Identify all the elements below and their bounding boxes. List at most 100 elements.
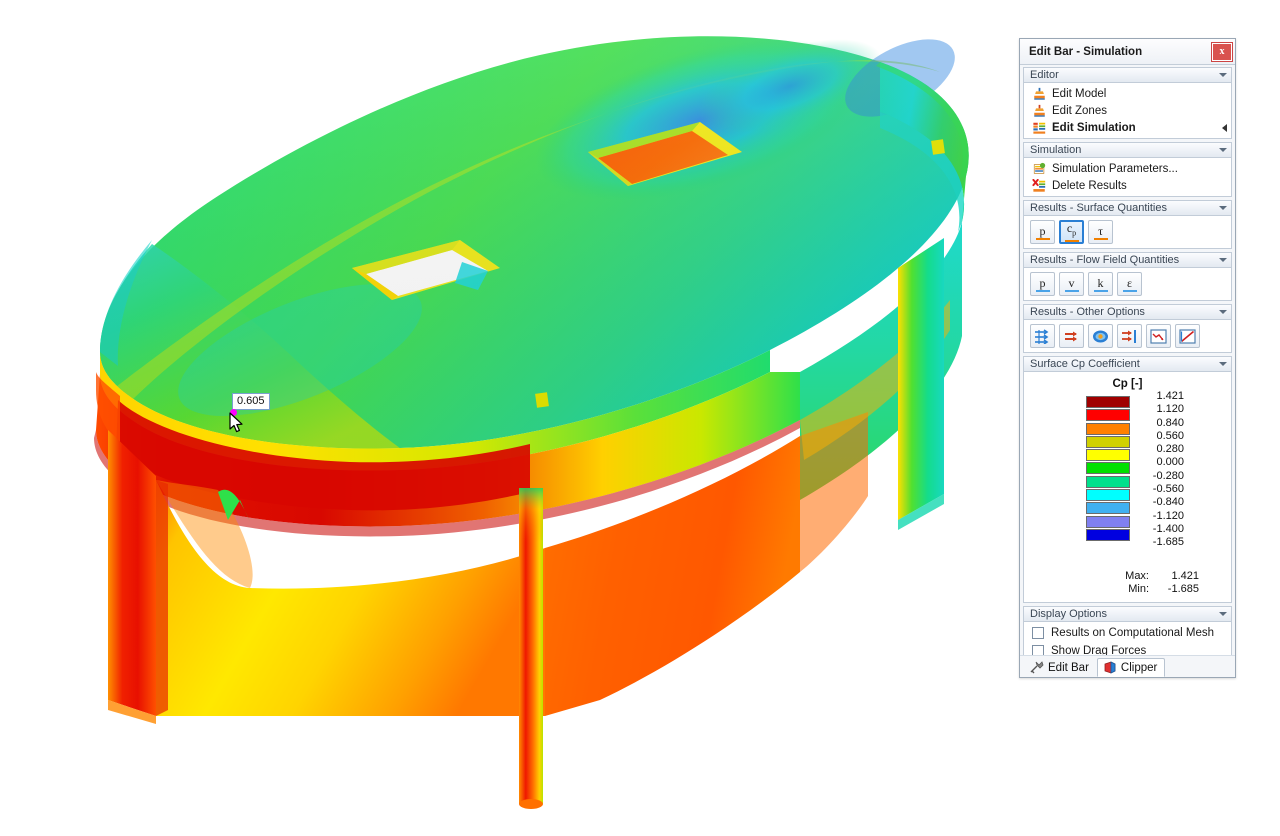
legend-max-label: Max:: [1125, 569, 1149, 582]
flow-k-button[interactable]: k: [1088, 272, 1113, 296]
group-header-simulation[interactable]: Simulation: [1023, 142, 1232, 158]
application-window: 0.605 Edit Bar - Simulation x Editor Edi…: [0, 0, 1280, 836]
group-header-surface-quantities[interactable]: Results - Surface Quantities: [1023, 200, 1232, 216]
surface-pressure-label: p: [1039, 223, 1046, 238]
legend-value: -0.280: [1152, 469, 1184, 482]
surface-cp-label: cp: [1066, 221, 1077, 238]
legend-title: Cp [-]: [1112, 378, 1143, 390]
iso-surface-icon: [1093, 330, 1108, 342]
checkbox-icon[interactable]: [1032, 626, 1044, 639]
legend-min-value: -1.685: [1167, 582, 1199, 595]
group-display-options: Display Options Results on Computational…: [1023, 605, 1232, 655]
flow-pressure-label: p: [1039, 275, 1046, 290]
panel-body: Editor Edit Model Edit Zones Edit Simula…: [1020, 65, 1235, 655]
checkbox-label: Show Drag Forces: [1051, 644, 1147, 655]
group-simulation: Simulation Simulation Parameters... Dele…: [1023, 142, 1232, 197]
panel-title-text: Edit Bar - Simulation: [1029, 45, 1143, 58]
group-header-other-options[interactable]: Results - Other Options: [1023, 304, 1232, 320]
menu-item-label: Edit Model: [1052, 87, 1107, 100]
group-content-editor: Edit Model Edit Zones Edit Simulation: [1023, 83, 1232, 139]
results-on-computational-mesh-checkbox[interactable]: Results on Computational Mesh: [1024, 624, 1231, 642]
legend-swatch: [1086, 515, 1130, 528]
legend-swatch: [1086, 489, 1130, 502]
cfd-result-model: [94, 36, 969, 809]
edit-simulation-icon: [1033, 122, 1046, 134]
group-header-label: Results - Flow Field Quantities: [1030, 254, 1180, 266]
chevron-down-icon[interactable]: [1219, 310, 1227, 314]
legend-swatch: [1086, 502, 1130, 515]
legend-swatch: [1086, 449, 1130, 462]
menu-item-simulation-parameters[interactable]: Simulation Parameters...: [1024, 160, 1231, 177]
flow-velocity-button[interactable]: v: [1059, 272, 1084, 296]
submenu-arrow-icon[interactable]: [1222, 123, 1227, 132]
surface-cp-button[interactable]: cp: [1059, 220, 1084, 244]
chevron-down-icon[interactable]: [1219, 206, 1227, 210]
group-header-label: Editor: [1030, 69, 1059, 81]
group-header-label: Display Options: [1030, 607, 1108, 620]
legend-value: 0.280: [1156, 443, 1184, 456]
results-chart-button[interactable]: [1146, 324, 1171, 348]
group-header-surface-cp-coefficient[interactable]: Surface Cp Coefficient: [1023, 356, 1232, 372]
group-header-flow-field-quantities[interactable]: Results - Flow Field Quantities: [1023, 252, 1232, 268]
menu-item-edit-simulation[interactable]: Edit Simulation: [1024, 119, 1231, 136]
chevron-down-icon[interactable]: [1219, 362, 1227, 366]
tab-label: Edit Bar: [1048, 661, 1089, 674]
menu-item-label: Simulation Parameters...: [1052, 162, 1178, 175]
show-drag-forces-checkbox[interactable]: Show Drag Forces: [1024, 642, 1231, 655]
leg-right: [898, 238, 944, 520]
cut-plane-button[interactable]: [1117, 324, 1142, 348]
vectors-button[interactable]: [1059, 324, 1084, 348]
menu-item-delete-results[interactable]: Delete Results: [1024, 177, 1231, 194]
streamlines-button[interactable]: [1030, 324, 1055, 348]
legend-value: -1.685: [1152, 536, 1184, 549]
group-header-display-options[interactable]: Display Options: [1023, 605, 1232, 622]
flow-pressure-button[interactable]: p: [1030, 272, 1055, 296]
menu-item-edit-zones[interactable]: Edit Zones: [1024, 102, 1231, 119]
underline-marker: [1093, 289, 1108, 292]
tab-edit-bar[interactable]: Edit Bar: [1024, 658, 1097, 677]
underline-marker: [1122, 289, 1137, 292]
legend-swatch: [1086, 462, 1130, 475]
flow-epsilon-button[interactable]: ε: [1117, 272, 1142, 296]
delete-results-icon: [1032, 178, 1046, 192]
menu-item-label: Delete Results: [1052, 179, 1127, 192]
results-diagram-button[interactable]: [1175, 324, 1200, 348]
surface-tau-button[interactable]: τ: [1088, 220, 1113, 244]
flow-velocity-label: v: [1068, 275, 1075, 290]
cut-plane-icon: [1122, 329, 1136, 343]
iso-surface-button[interactable]: [1088, 324, 1113, 348]
surface-pressure-button[interactable]: p: [1030, 220, 1055, 244]
menu-item-label: Edit Zones: [1052, 104, 1107, 117]
group-content-flow-field-quantities: p v k ε: [1023, 268, 1232, 301]
close-icon[interactable]: x: [1211, 41, 1233, 62]
mouse-cursor: [229, 412, 243, 433]
group-content-simulation: Simulation Parameters... Delete Results: [1023, 158, 1232, 197]
legend-swatch: [1086, 422, 1130, 435]
streamlines-icon: [1035, 328, 1049, 344]
legend-value: 1.421: [1156, 390, 1184, 402]
legend-swatch-spacer: [1086, 542, 1130, 554]
underline-marker: [1093, 237, 1108, 240]
chevron-down-icon[interactable]: [1219, 73, 1227, 77]
group-header-editor[interactable]: Editor: [1023, 67, 1232, 83]
surface-tau-label: τ: [1098, 223, 1103, 238]
group-header-label: Results - Other Options: [1030, 306, 1145, 318]
legend-swatch: [1086, 409, 1130, 422]
chevron-down-icon[interactable]: [1219, 611, 1227, 616]
group-content-surface-quantities: p cp τ: [1023, 216, 1232, 249]
chevron-down-icon[interactable]: [1219, 258, 1227, 262]
underline-marker: [1064, 240, 1079, 242]
leg-center-foot: [519, 799, 543, 809]
legend-value: -0.840: [1152, 496, 1184, 509]
underline-marker: [1035, 237, 1050, 240]
checkbox-icon[interactable]: [1032, 644, 1044, 655]
simulation-parameters-icon: [1033, 162, 1046, 174]
group-header-label: Surface Cp Coefficient: [1030, 358, 1140, 370]
legend-min-label: Min:: [1128, 582, 1149, 595]
menu-item-edit-model[interactable]: Edit Model: [1024, 85, 1231, 102]
3d-viewport[interactable]: 0.605: [0, 0, 1015, 836]
chevron-down-icon[interactable]: [1219, 148, 1227, 152]
tab-clipper[interactable]: Clipper: [1096, 658, 1166, 677]
legend-swatch: [1086, 435, 1130, 448]
underline-marker: [1064, 289, 1079, 292]
